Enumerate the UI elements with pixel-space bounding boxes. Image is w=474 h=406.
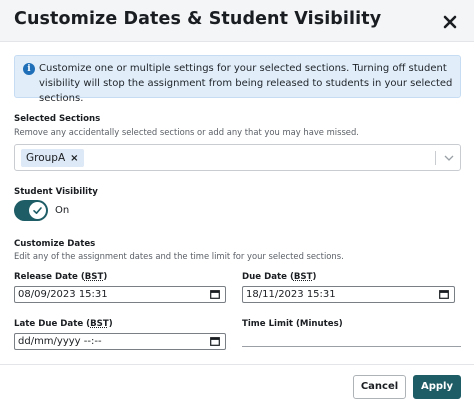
customize-dates-label: Customize Dates	[14, 239, 96, 249]
calendar-icon[interactable]	[210, 337, 220, 346]
due-date-label-text: Due Date	[242, 272, 287, 282]
dialog-header: Customize Dates & Student Visibility	[0, 0, 474, 42]
release-date-tz: BST	[84, 272, 104, 282]
cancel-button[interactable]: Cancel	[353, 375, 406, 399]
due-date-tz: BST	[293, 272, 313, 282]
check-icon	[33, 207, 42, 214]
release-date-label: Release Date (BST)	[14, 272, 108, 282]
customize-dates-help: Edit any of the assignment dates and the…	[14, 251, 344, 261]
section-tag-groupa: GroupA ×	[21, 149, 84, 167]
calendar-icon[interactable]	[210, 290, 220, 299]
time-limit-input[interactable]	[242, 333, 461, 347]
visibility-state-text: On	[55, 205, 70, 216]
student-visibility-toggle[interactable]	[14, 200, 48, 221]
footer-divider	[0, 364, 474, 365]
selected-sections-help: Remove any accidentally selected section…	[14, 127, 359, 137]
info-text: Customize one or multiple settings for y…	[39, 63, 453, 104]
due-date-label: Due Date (BST)	[242, 272, 317, 282]
due-date-value: 18/11/2023 15:31	[246, 289, 336, 300]
sections-multiselect[interactable]: GroupA ×	[14, 144, 461, 171]
late-due-date-tz: BST	[90, 319, 109, 329]
time-limit-label: Time Limit (Minutes)	[242, 319, 343, 329]
due-date-input[interactable]: 18/11/2023 15:31	[242, 286, 455, 303]
student-visibility-label: Student Visibility	[14, 187, 98, 197]
release-date-value: 08/09/2023 15:31	[18, 289, 108, 300]
info-icon	[23, 63, 35, 75]
chevron-down-icon[interactable]	[443, 153, 455, 163]
release-date-label-text: Release Date	[14, 272, 78, 282]
selected-sections-label: Selected Sections	[14, 114, 101, 124]
toggle-knob	[29, 202, 46, 219]
late-due-date-label: Late Due Date (BST)	[14, 319, 113, 329]
section-tag-label: GroupA	[26, 152, 66, 164]
release-date-input[interactable]: 08/09/2023 15:31	[14, 286, 226, 303]
late-due-date-input[interactable]: dd/mm/yyyy --:--	[14, 333, 226, 350]
close-icon[interactable]	[440, 12, 460, 32]
late-due-date-label-text: Late Due Date	[14, 319, 84, 329]
apply-button[interactable]: Apply	[413, 375, 461, 399]
dialog-title: Customize Dates & Student Visibility	[14, 9, 382, 29]
late-due-date-value: dd/mm/yyyy --:--	[18, 336, 102, 347]
calendar-icon[interactable]	[439, 290, 449, 299]
info-banner: Customize one or multiple settings for y…	[14, 55, 461, 104]
select-divider	[435, 151, 436, 165]
remove-tag-icon[interactable]: ×	[70, 150, 78, 168]
